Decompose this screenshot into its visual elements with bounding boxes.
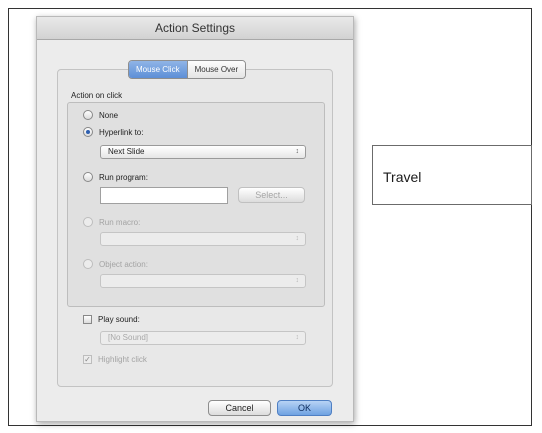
option-run-macro-label: Run macro: — [99, 217, 141, 227]
option-run-macro[interactable]: Run macro: — [83, 217, 140, 227]
hyperlink-select[interactable]: Next Slide ↕ — [100, 145, 306, 159]
tab-mouse-click[interactable]: Mouse Click — [129, 61, 187, 78]
sound-select[interactable]: [No Sound] ↕ — [100, 331, 306, 345]
run-program-input[interactable] — [100, 187, 228, 204]
object-action-radio[interactable] — [83, 259, 93, 269]
option-play-sound[interactable]: Play sound: — [83, 315, 140, 324]
play-sound-label: Play sound: — [98, 315, 140, 324]
slide-textbox[interactable]: Travel — [372, 145, 532, 205]
none-radio[interactable] — [83, 110, 93, 120]
object-action-select[interactable]: ↕ — [100, 274, 306, 288]
option-hyperlink[interactable]: Hyperlink to: — [83, 127, 143, 137]
run-program-radio[interactable] — [83, 172, 93, 182]
select-program-button[interactable]: Select... — [238, 187, 305, 203]
option-none[interactable]: None — [83, 110, 118, 120]
cancel-button[interactable]: Cancel — [208, 400, 271, 416]
option-none-label: None — [99, 110, 119, 120]
option-run-program[interactable]: Run program: — [83, 172, 148, 182]
select-arrows-icon: ↕ — [295, 148, 300, 155]
tab-bar: Mouse Click Mouse Over — [128, 60, 247, 79]
sound-select-value: [No Sound] — [108, 333, 149, 342]
select-arrows-icon: ↕ — [295, 235, 300, 242]
play-sound-checkbox[interactable] — [83, 315, 92, 324]
highlight-click-label: Highlight click — [98, 355, 147, 364]
tab-mouse-over[interactable]: Mouse Over — [186, 61, 246, 78]
run-macro-radio[interactable] — [83, 217, 93, 227]
option-run-program-label: Run program: — [99, 172, 148, 182]
ok-button[interactable]: OK — [277, 400, 332, 416]
slide-textbox-text: Travel — [383, 169, 422, 185]
dialog-title: Action Settings — [37, 17, 353, 40]
select-arrows-icon: ↕ — [295, 334, 300, 341]
action-on-click-label: Action on click — [71, 91, 123, 100]
option-object-action[interactable]: Object action: — [83, 259, 148, 269]
option-highlight-click[interactable]: ✓ Highlight click — [83, 355, 147, 364]
hyperlink-select-value: Next Slide — [108, 147, 145, 156]
screenshot-frame: Action Settings Mouse Click Mouse Over A… — [8, 8, 532, 426]
highlight-click-checkbox[interactable]: ✓ — [83, 355, 92, 364]
select-arrows-icon: ↕ — [295, 277, 300, 284]
option-object-action-label: Object action: — [99, 259, 148, 269]
option-hyperlink-label: Hyperlink to: — [99, 127, 144, 137]
hyperlink-radio[interactable] — [83, 127, 93, 137]
run-macro-select[interactable]: ↕ — [100, 232, 306, 246]
